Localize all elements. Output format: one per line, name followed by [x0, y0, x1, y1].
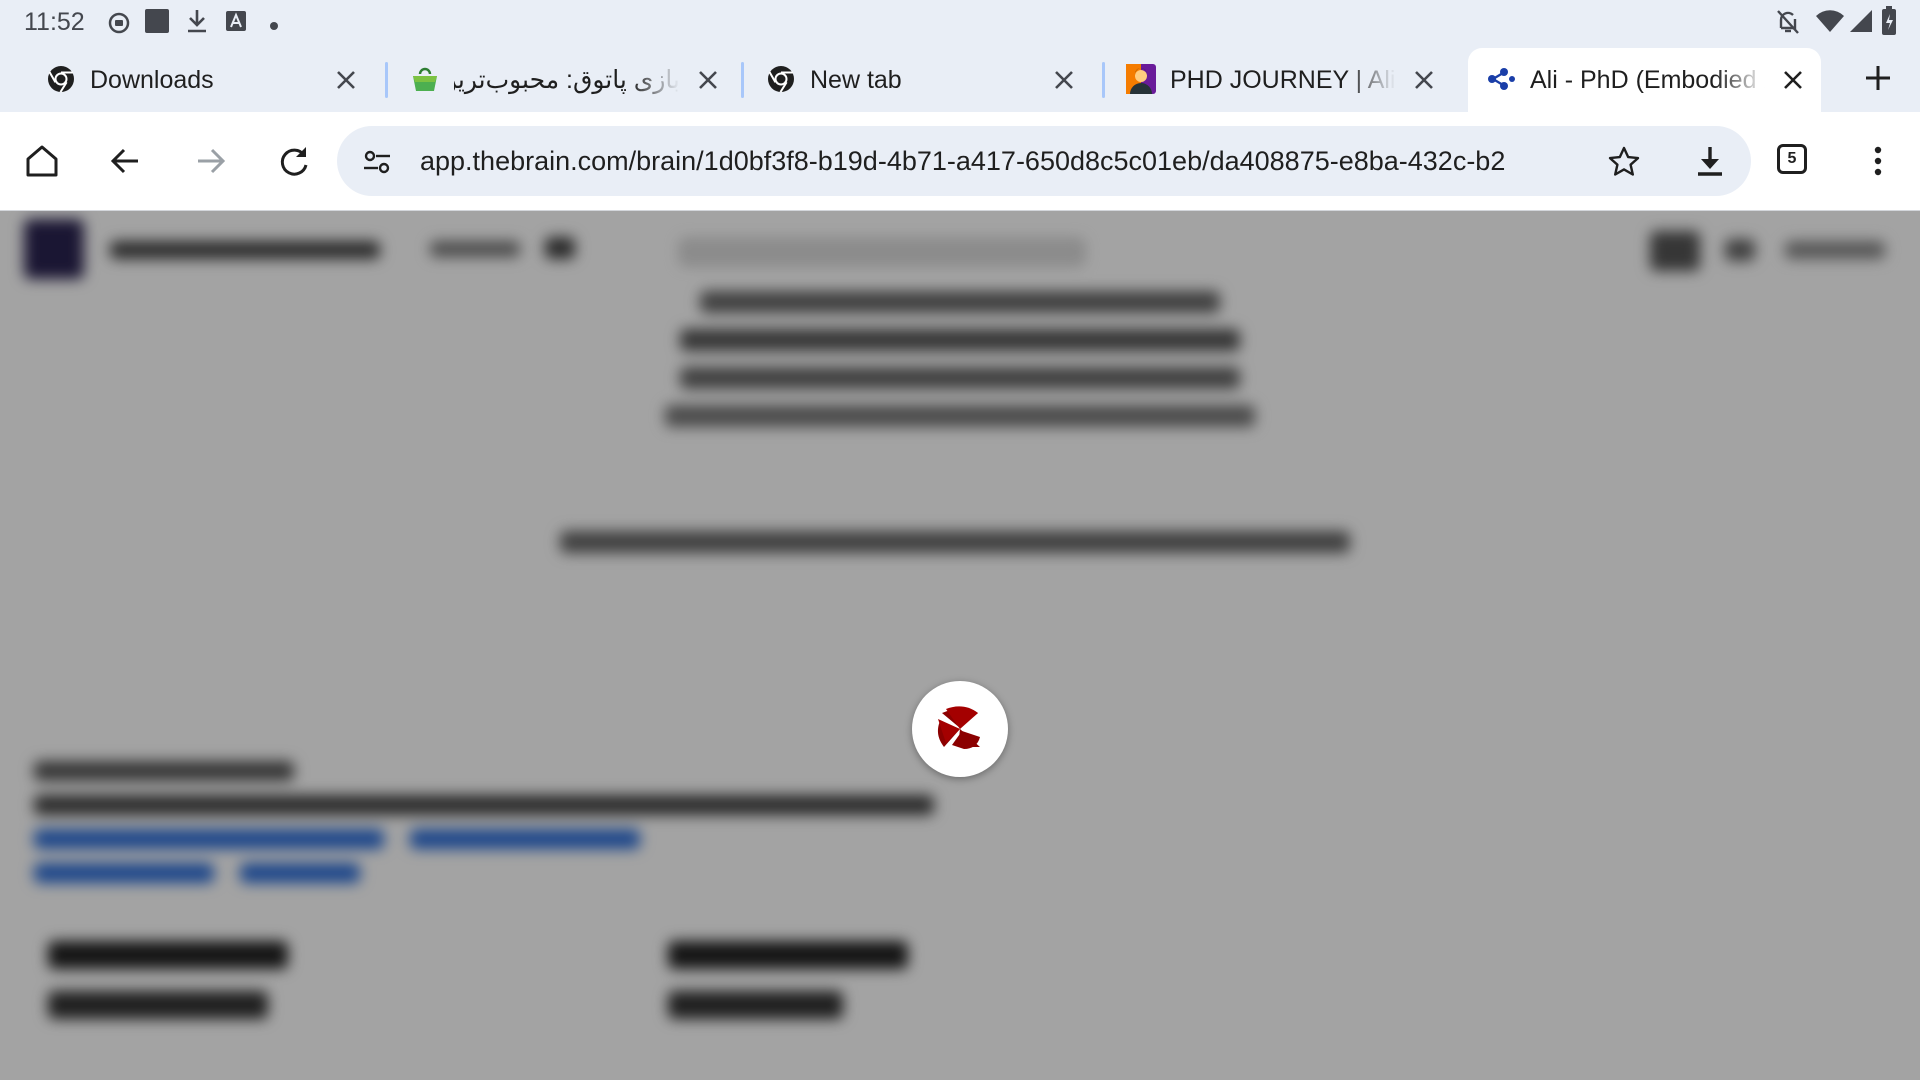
close-icon[interactable]	[694, 66, 722, 94]
tab-title: Downloads	[90, 66, 214, 94]
tab-bazi-patogh[interactable]: بازی پاتوق: محبوب‌ترین شبکه	[392, 48, 736, 112]
tab-downloads[interactable]: Downloads	[28, 48, 374, 112]
tab-separator	[741, 62, 744, 98]
url-text[interactable]: app.thebrain.com/brain/1d0bf3f8-b19d-4b7…	[420, 143, 1570, 179]
signal-icon	[1849, 9, 1873, 38]
download-button[interactable]	[1688, 139, 1732, 183]
bell-off-icon	[1775, 8, 1801, 41]
reload-button[interactable]	[272, 139, 316, 183]
tab-title: PHD JOURNEY | Ali Taheri	[1170, 64, 1396, 96]
dot-icon	[270, 17, 278, 35]
square-icon	[144, 8, 170, 39]
chrome-icon	[46, 64, 76, 94]
tab-title: بازی پاتوق: محبوب‌ترین شبکه	[454, 64, 680, 96]
tab-new-tab[interactable]: New tab	[748, 48, 1092, 112]
bag-icon	[410, 64, 440, 94]
tab-strip: Downloads بازی پاتوق: محبوب‌ترین شبکه Ne…	[0, 44, 1920, 112]
bookmark-star-icon[interactable]	[1607, 145, 1641, 179]
tab-title: Ali - PhD (Embodied XR)	[1530, 64, 1765, 96]
thebrain-loading-icon	[937, 706, 980, 749]
page-content	[0, 211, 1920, 1080]
close-icon[interactable]	[1050, 66, 1078, 94]
download-icon	[185, 8, 209, 39]
font-icon	[225, 10, 247, 37]
thebrain-icon	[1486, 64, 1516, 94]
chrome-icon	[766, 64, 796, 94]
tab-separator	[1102, 62, 1105, 98]
close-icon[interactable]	[1779, 66, 1807, 94]
tab-title: New tab	[810, 66, 902, 94]
wifi-icon	[1815, 8, 1845, 39]
tab-separator	[385, 62, 388, 98]
loading-overlay	[0, 211, 1920, 1080]
close-icon[interactable]	[332, 66, 360, 94]
close-icon[interactable]	[1410, 66, 1438, 94]
new-tab-button[interactable]	[1858, 58, 1898, 98]
back-button[interactable]	[104, 139, 148, 183]
tab-phd-journey[interactable]: PHD JOURNEY | Ali Taheri	[1108, 48, 1452, 112]
home-button[interactable]	[20, 139, 64, 183]
avatar-icon	[1126, 64, 1156, 94]
site-settings-icon[interactable]	[361, 146, 393, 178]
forward-button[interactable]	[188, 139, 232, 183]
status-time: 11:52	[24, 8, 85, 36]
address-bar[interactable]: app.thebrain.com/brain/1d0bf3f8-b19d-4b7…	[337, 126, 1751, 196]
status-bar: 11:52	[0, 0, 1920, 44]
battery-icon	[1881, 6, 1897, 41]
record-icon	[108, 12, 130, 39]
tab-ali-phd[interactable]: Ali - PhD (Embodied XR)	[1468, 48, 1821, 112]
loading-spinner	[912, 681, 1008, 777]
menu-icon[interactable]	[1856, 139, 1900, 183]
browser-toolbar: app.thebrain.com/brain/1d0bf3f8-b19d-4b7…	[0, 112, 1920, 211]
tab-switcher-button[interactable]: 5	[1777, 144, 1807, 174]
